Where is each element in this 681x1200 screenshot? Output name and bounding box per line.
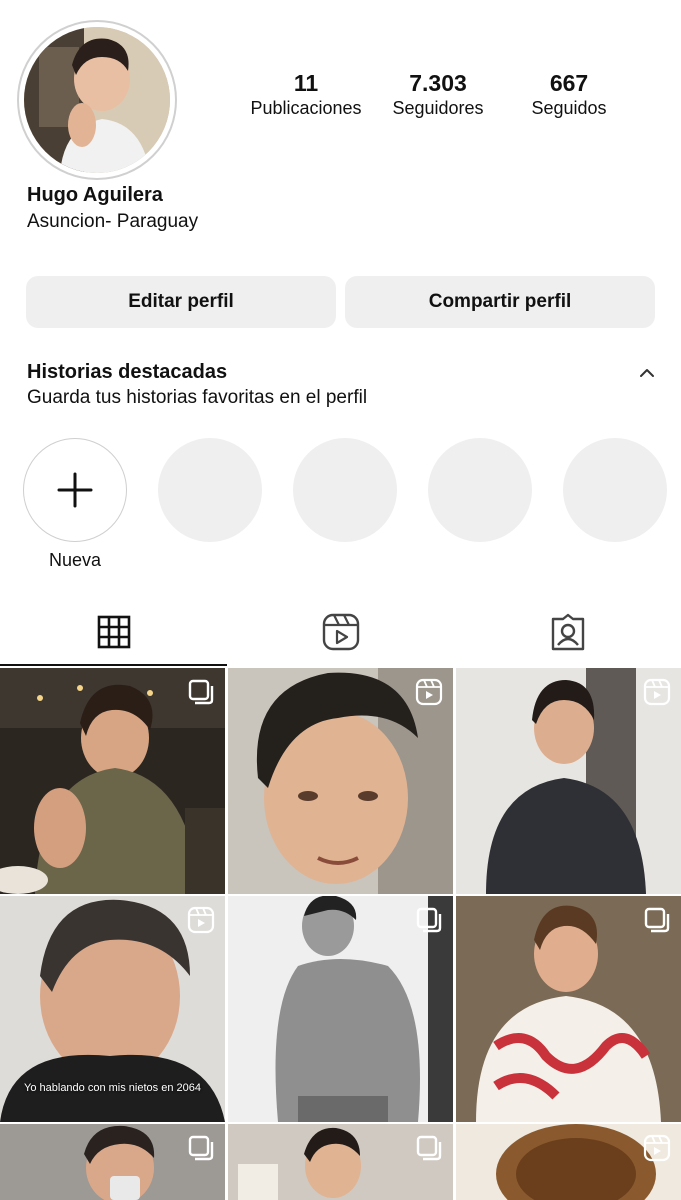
profile-avatar-ring[interactable] [17, 20, 177, 180]
profile-bio: Asuncion- Paraguay [27, 211, 199, 232]
stat-followers-value: 7.303 [409, 70, 467, 96]
highlight-placeholder [563, 438, 667, 542]
reels-icon [322, 613, 359, 651]
stat-posts-label: Publicaciones [250, 98, 362, 118]
highlights-subtitle: Guarda tus historias favoritas en el per… [27, 387, 368, 408]
tab-grid[interactable] [0, 600, 227, 664]
edit-profile-button[interactable]: Editar perfil [26, 276, 336, 328]
highlights-title: Historias destacadas [27, 361, 228, 383]
post-thumbnail[interactable] [228, 668, 453, 894]
post-thumbnail[interactable] [0, 668, 225, 894]
profile-name: Hugo Aguilera [27, 184, 163, 206]
highlight-placeholder [428, 438, 532, 542]
new-highlight-button[interactable] [23, 438, 127, 542]
carousel-icon [416, 907, 442, 933]
stat-followers-label: Seguidores [392, 98, 484, 118]
stat-posts[interactable]: 11 Publicaciones [246, 70, 366, 120]
stat-posts-value: 11 [293, 70, 319, 96]
highlight-placeholder [293, 438, 397, 542]
active-tab-indicator [0, 664, 227, 666]
chevron-up-icon[interactable] [636, 362, 658, 384]
carousel-icon [188, 1135, 214, 1161]
reel-icon [643, 678, 671, 706]
tab-tagged[interactable] [454, 600, 681, 664]
carousel-icon [188, 679, 214, 705]
stat-following-value: 667 [549, 70, 589, 96]
stat-following-label: Seguidos [531, 98, 607, 118]
post-thumbnail[interactable] [456, 896, 681, 1122]
carousel-icon [416, 1135, 442, 1161]
post-thumbnail[interactable] [456, 1124, 681, 1200]
avatar-photo [24, 27, 170, 173]
stat-followers[interactable]: 7.303 Seguidores [380, 70, 496, 120]
stat-following[interactable]: 667 Seguidos [514, 70, 624, 120]
new-highlight-label: Nueva [48, 550, 102, 570]
highlight-placeholder [158, 438, 262, 542]
post-thumbnail[interactable]: Yo hablando con mis nietos en 2064 [0, 896, 225, 1122]
plus-icon [57, 472, 93, 508]
post-thumbnail[interactable] [0, 1124, 225, 1200]
post-thumbnail[interactable] [456, 668, 681, 894]
tagged-icon [551, 613, 584, 651]
reel-icon [643, 1134, 671, 1162]
grid-icon [97, 615, 130, 649]
tab-reels[interactable] [227, 600, 454, 664]
share-profile-button[interactable]: Compartir perfil [345, 276, 655, 328]
avatar[interactable] [24, 27, 170, 173]
reel-icon [415, 678, 443, 706]
reel-icon [187, 906, 215, 934]
post-thumbnail[interactable] [228, 896, 453, 1122]
carousel-icon [644, 907, 670, 933]
post-caption: Yo hablando con mis nietos en 2064 [24, 1082, 201, 1094]
post-thumbnail[interactable] [228, 1124, 453, 1200]
